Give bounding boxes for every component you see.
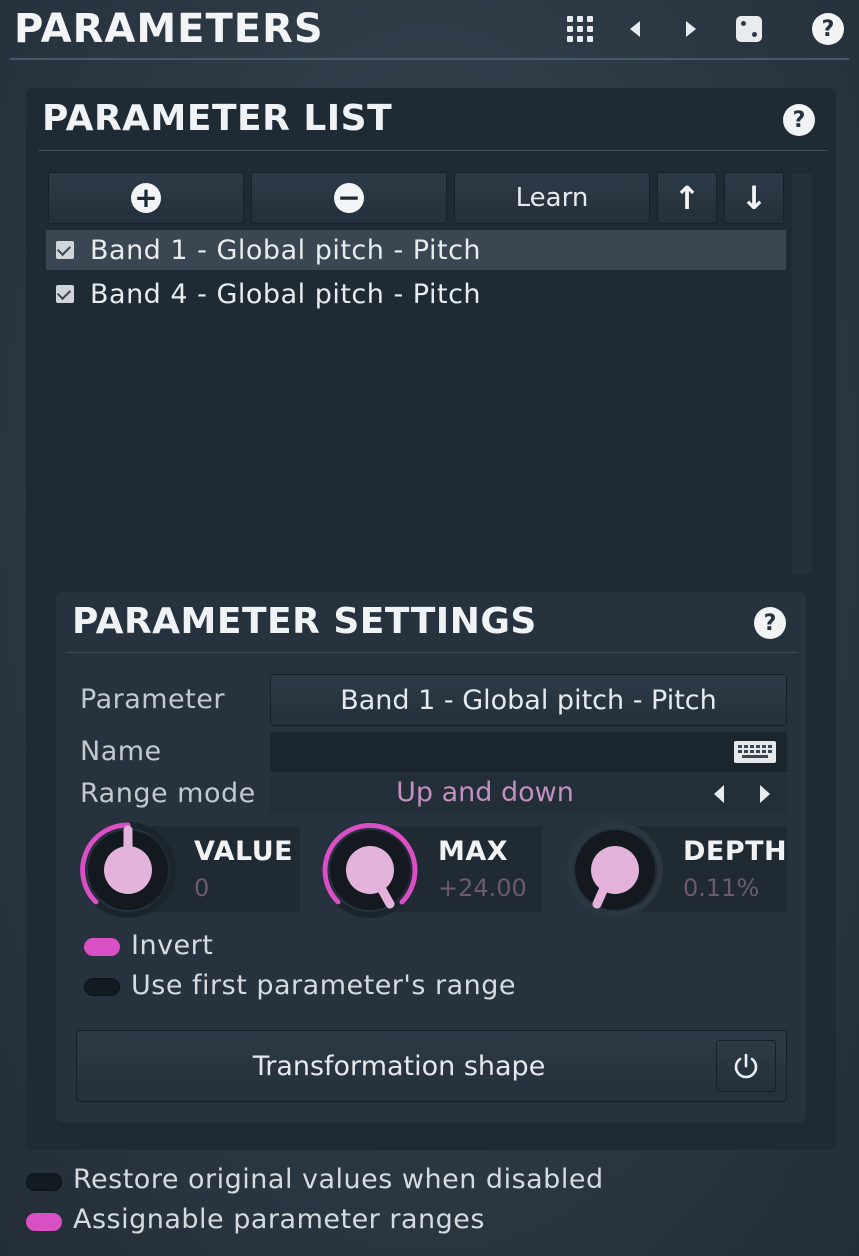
parameter-list-help-icon[interactable]: ? (782, 103, 816, 137)
depth-knob-value: 0.11% (683, 874, 760, 902)
range-mode-label: Range mode (80, 778, 256, 809)
value-knob-value: 0 (194, 874, 210, 902)
name-label: Name (80, 736, 162, 767)
parameter-select-button[interactable]: Band 1 - Global pitch - Pitch (270, 674, 787, 726)
depth-knob[interactable] (565, 820, 665, 920)
parameter-list-divider (38, 150, 828, 151)
assignable-ranges-label: Assignable parameter ranges (73, 1204, 485, 1235)
checkbox-checked-icon[interactable] (56, 241, 74, 259)
keyboard-icon[interactable] (733, 740, 777, 764)
max-knob[interactable] (320, 820, 420, 920)
remove-parameter-button[interactable]: − (251, 172, 447, 224)
move-down-button[interactable]: ↓ (724, 172, 784, 224)
checkbox-checked-icon[interactable] (56, 285, 74, 303)
learn-button[interactable]: Learn (454, 172, 650, 224)
transformation-shape-button[interactable]: Transformation shape (76, 1030, 787, 1102)
next-icon[interactable] (674, 12, 708, 46)
parameter-list-scrollbar[interactable] (792, 174, 812, 574)
parameter-settings-divider (66, 652, 798, 653)
parameter-settings-title: PARAMETER SETTINGS (72, 601, 537, 642)
range-mode-prev-icon[interactable] (714, 785, 724, 803)
restore-original-values-label: Restore original values when disabled (73, 1164, 604, 1195)
arrow-up-icon: ↑ (673, 179, 701, 217)
grid-icon[interactable] (563, 12, 597, 46)
use-first-range-label: Use first parameter's range (131, 970, 516, 1001)
move-up-button[interactable]: ↑ (657, 172, 717, 224)
arrow-down-icon: ↓ (740, 179, 768, 217)
value-knob[interactable] (78, 820, 178, 920)
list-item[interactable]: Band 4 - Global pitch - Pitch (46, 274, 786, 314)
header-divider (10, 58, 849, 60)
power-icon (734, 1053, 758, 1079)
max-knob-value: +24.00 (438, 874, 527, 902)
list-item-label: Band 1 - Global pitch - Pitch (90, 234, 482, 266)
add-parameter-button[interactable]: + (48, 172, 244, 224)
invert-label: Invert (131, 930, 214, 961)
list-item[interactable]: Band 1 - Global pitch - Pitch (46, 230, 786, 270)
depth-knob-title: DEPTH (683, 836, 788, 867)
minus-icon: − (334, 183, 364, 213)
list-item-label: Band 4 - Global pitch - Pitch (90, 278, 482, 310)
restore-original-values-toggle[interactable] (26, 1173, 62, 1191)
parameter-list: Band 1 - Global pitch - Pitch Band 4 - G… (46, 230, 786, 570)
page-title: PARAMETERS (14, 6, 324, 52)
help-icon[interactable]: ? (811, 12, 845, 46)
range-mode-next-icon[interactable] (760, 785, 770, 803)
plus-icon: + (131, 183, 161, 213)
assignable-ranges-toggle[interactable] (26, 1213, 62, 1231)
randomize-icon[interactable] (732, 12, 766, 46)
transformation-shape-label: Transformation shape (252, 1050, 546, 1082)
transformation-shape-power-button[interactable] (716, 1040, 776, 1092)
use-first-range-toggle[interactable] (84, 978, 120, 996)
name-field[interactable] (270, 732, 787, 772)
parameter-settings-help-icon[interactable]: ? (753, 606, 787, 640)
range-mode-value: Up and down (396, 777, 574, 808)
max-knob-title: MAX (438, 836, 509, 867)
parameter-list-title: PARAMETER LIST (42, 98, 393, 139)
parameter-label: Parameter (80, 684, 225, 715)
value-knob-title: VALUE (194, 836, 294, 867)
invert-toggle[interactable] (84, 938, 120, 956)
previous-icon[interactable] (618, 12, 652, 46)
range-mode-selector[interactable]: Up and down (270, 775, 787, 813)
